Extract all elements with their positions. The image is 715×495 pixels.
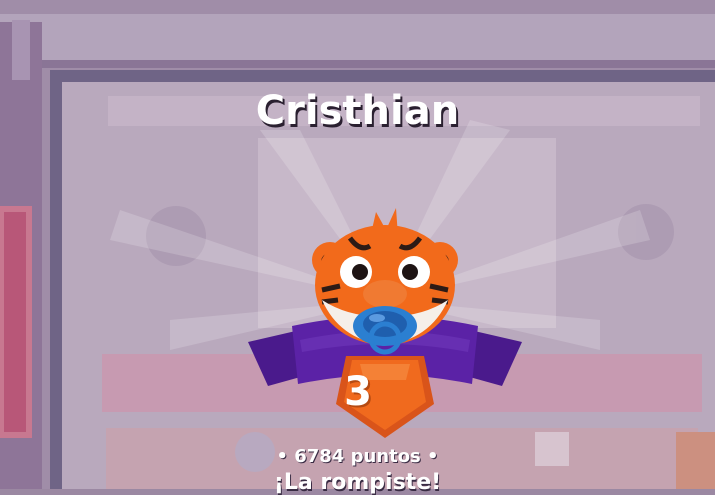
points-label: • 6784 puntos •	[276, 446, 439, 467]
rank-badge	[248, 208, 522, 438]
result-message: ¡La rompiste!	[273, 470, 442, 495]
rank-number: 3	[344, 369, 372, 415]
